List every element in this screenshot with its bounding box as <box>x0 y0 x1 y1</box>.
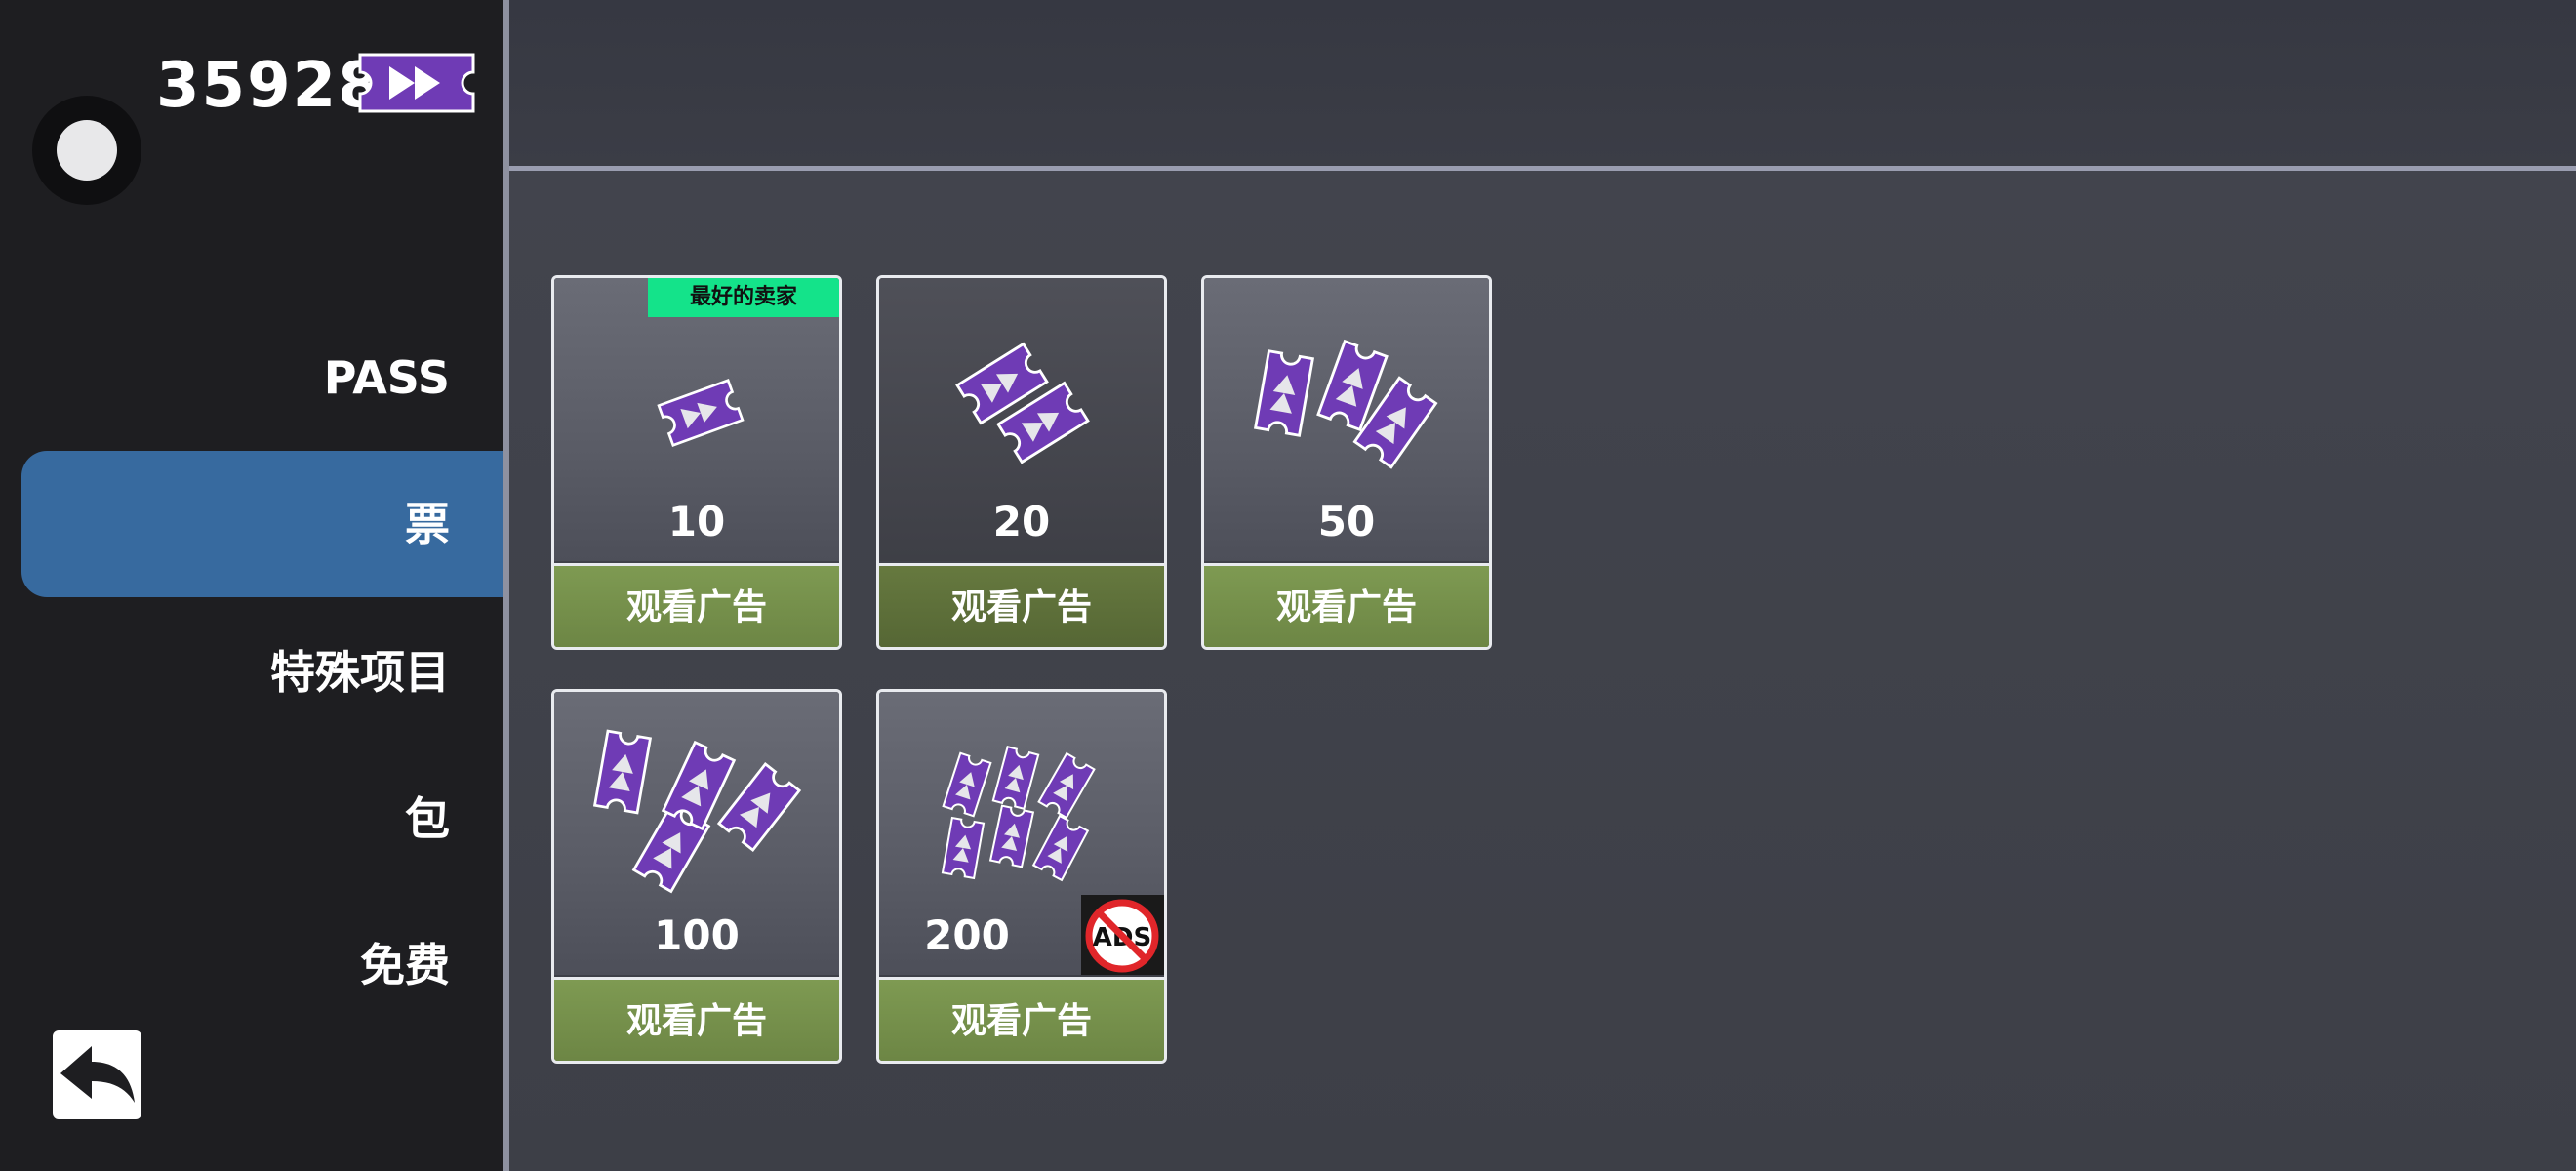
ticket-pack-100[interactable]: 100 观看广告 <box>551 689 842 1064</box>
back-arrow-icon <box>60 1046 135 1103</box>
sidebar: 35928 PASS 票 特殊项目 包 免费 <box>0 0 503 1171</box>
currency-amount: 35928 <box>156 50 383 122</box>
back-button[interactable] <box>53 1030 141 1119</box>
ticket-pack-200[interactable]: 200 ADS 观看广告 <box>876 689 1167 1064</box>
no-ads-icon: ADS <box>1081 895 1164 975</box>
sidebar-item-special-items[interactable]: 特殊项目 <box>20 599 450 746</box>
sidebar-item-tickets[interactable]: 票 <box>21 451 503 597</box>
avatar-dot <box>57 120 117 181</box>
ticket-pack-50[interactable]: 50 观看广告 <box>1201 275 1492 650</box>
ticket-amount: 20 <box>992 498 1051 545</box>
ticket-pack-10[interactable]: 最好的卖家 10 观看广告 <box>551 275 842 650</box>
sidebar-item-pass[interactable]: PASS <box>20 304 450 451</box>
ticket-fast-forward-icon <box>358 51 475 115</box>
watch-ad-button[interactable]: 观看广告 <box>879 563 1164 647</box>
watch-ad-button[interactable]: 观看广告 <box>554 563 839 647</box>
ticket-amount: 200 <box>924 911 1010 959</box>
avatar[interactable] <box>32 96 141 205</box>
watch-ad-button[interactable]: 观看广告 <box>879 977 1164 1061</box>
best-seller-badge: 最好的卖家 <box>648 278 839 317</box>
ticket-amount: 50 <box>1317 498 1376 545</box>
sidebar-item-bundles[interactable]: 包 <box>20 746 450 892</box>
watch-ad-button[interactable]: 观看广告 <box>1204 563 1489 647</box>
sidebar-item-free[interactable]: 免费 <box>20 892 450 1038</box>
ticket-pack-20[interactable]: 20 观看广告 <box>876 275 1167 650</box>
ticket-amount: 100 <box>654 911 740 959</box>
ticket-amount: 10 <box>667 498 726 545</box>
watch-ad-button[interactable]: 观看广告 <box>554 977 839 1061</box>
top-bar <box>509 0 2576 166</box>
